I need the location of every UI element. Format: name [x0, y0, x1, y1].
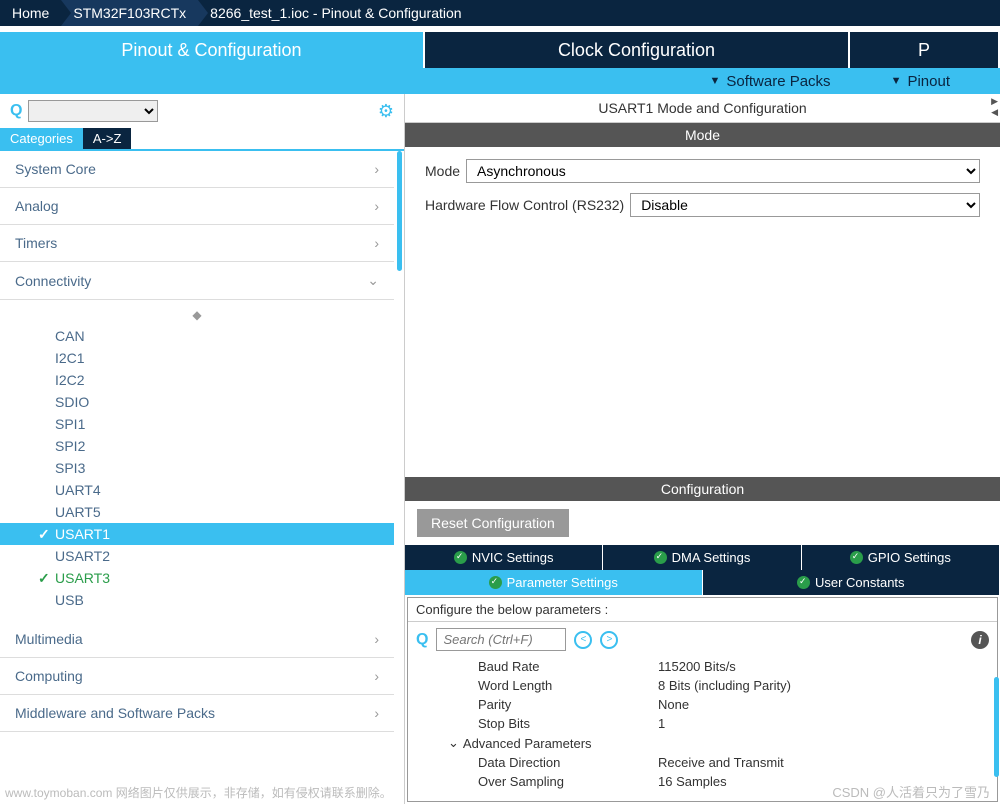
reset-configuration-button[interactable]: Reset Configuration: [417, 509, 569, 537]
chevron-right-icon: ›: [374, 161, 379, 177]
scrollbar[interactable]: [397, 151, 402, 271]
peripheral-item[interactable]: I2C1: [0, 347, 394, 369]
left-panel: Q ⚙ Categories A->Z System Core›Analog›T…: [0, 94, 405, 804]
search-icon: Q: [416, 631, 428, 649]
search-dropdown[interactable]: [28, 100, 158, 122]
sort-icon[interactable]: ◆: [0, 305, 394, 325]
main-tabs: Pinout & Configuration Clock Configurati…: [0, 32, 1000, 68]
configuration-header: Configuration: [405, 477, 1000, 501]
scrollbar[interactable]: [994, 677, 999, 777]
mode-select[interactable]: Disable: [630, 193, 980, 217]
setting-tab[interactable]: GPIO Settings: [802, 545, 1000, 570]
param-row[interactable]: Stop Bits1: [418, 714, 987, 733]
next-icon[interactable]: >: [600, 631, 618, 649]
tab-pinout-config[interactable]: Pinout & Configuration: [0, 32, 425, 68]
category-group[interactable]: Middleware and Software Packs›: [0, 695, 394, 732]
mode-header: Mode: [405, 123, 1000, 147]
peripheral-item[interactable]: SDIO: [0, 391, 394, 413]
pinout-dropdown[interactable]: ▼Pinout: [891, 73, 950, 90]
peripheral-item[interactable]: I2C2: [0, 369, 394, 391]
watermark: CSDN @人活着只为了雪乃: [832, 782, 990, 801]
category-group[interactable]: Computing›: [0, 658, 394, 695]
category-group[interactable]: Analog›: [0, 188, 394, 225]
chevron-right-icon: ›: [374, 705, 379, 721]
chevron-down-icon: ▼: [709, 75, 720, 87]
chevron-down-icon: ⌄: [367, 272, 379, 289]
peripheral-item[interactable]: USART3: [0, 567, 394, 589]
param-row[interactable]: Baud Rate115200 Bits/s: [418, 657, 987, 676]
peripheral-item[interactable]: SPI2: [0, 435, 394, 457]
peripheral-item[interactable]: SPI1: [0, 413, 394, 435]
right-panel: ▶◀ USART1 Mode and Configuration Mode Mo…: [405, 94, 1000, 804]
param-row[interactable]: ParityNone: [418, 695, 987, 714]
chevron-right-icon: ›: [374, 235, 379, 251]
param-row[interactable]: Word Length8 Bits (including Parity): [418, 676, 987, 695]
search-icon: Q: [10, 102, 22, 120]
setting-tab[interactable]: DMA Settings: [603, 545, 801, 570]
check-icon: [454, 551, 467, 564]
gear-icon[interactable]: ⚙: [378, 101, 394, 122]
peripheral-item[interactable]: USB: [0, 589, 394, 611]
peripheral-item[interactable]: UART5: [0, 501, 394, 523]
chevron-right-icon: ›: [374, 198, 379, 214]
chevron-right-icon: ›: [374, 631, 379, 647]
peripheral-item[interactable]: UART4: [0, 479, 394, 501]
collapse-icon[interactable]: ▶◀: [991, 96, 998, 118]
setting-tab[interactable]: NVIC Settings: [405, 545, 603, 570]
chevron-right-icon: ›: [374, 668, 379, 684]
param-search-input[interactable]: [436, 628, 566, 651]
mode-label: Mode: [425, 163, 460, 179]
check-icon: [850, 551, 863, 564]
breadcrumb-device[interactable]: STM32F103RCTx: [61, 0, 198, 26]
param-header: Configure the below parameters :: [408, 598, 997, 622]
setting-tab-parameters[interactable]: Parameter Settings: [405, 570, 703, 595]
filter-tab-categories[interactable]: Categories: [0, 128, 83, 149]
chevron-down-icon: ▼: [891, 75, 902, 87]
check-icon: [489, 576, 502, 589]
filter-tab-az[interactable]: A->Z: [83, 128, 132, 149]
info-icon[interactable]: i: [971, 631, 989, 649]
check-icon: [654, 551, 667, 564]
breadcrumb: Home STM32F103RCTx 8266_test_1.ioc - Pin…: [0, 0, 1000, 26]
peripheral-item[interactable]: SPI3: [0, 457, 394, 479]
category-group[interactable]: Connectivity⌄: [0, 262, 394, 300]
config-title: USART1 Mode and Configuration: [405, 94, 1000, 123]
peripheral-item[interactable]: USART2: [0, 545, 394, 567]
sub-bar: ▼Software Packs ▼Pinout: [0, 68, 1000, 94]
prev-icon[interactable]: <: [574, 631, 592, 649]
peripheral-item[interactable]: CAN: [0, 325, 394, 347]
breadcrumb-home[interactable]: Home: [0, 0, 61, 26]
watermark-left: www.toymoban.com 网络图片仅供展示，非存储，如有侵权请联系删除。: [5, 784, 392, 801]
param-row[interactable]: Data DirectionReceive and Transmit: [418, 753, 987, 772]
chevron-down-icon: ⌄: [448, 735, 459, 751]
tab-clock-config[interactable]: Clock Configuration: [425, 32, 850, 68]
setting-tab-user-constants[interactable]: User Constants: [703, 570, 1000, 595]
mode-label: Hardware Flow Control (RS232): [425, 197, 624, 213]
check-icon: [797, 576, 810, 589]
peripheral-item[interactable]: USART1: [0, 523, 394, 545]
mode-select[interactable]: Asynchronous: [466, 159, 980, 183]
category-group[interactable]: System Core›: [0, 151, 394, 188]
category-group[interactable]: Multimedia›: [0, 621, 394, 658]
param-group[interactable]: ⌄Advanced Parameters: [418, 735, 658, 751]
breadcrumb-file[interactable]: 8266_test_1.ioc - Pinout & Configuration: [198, 0, 473, 26]
tab-other[interactable]: P: [850, 32, 1000, 68]
software-packs-dropdown[interactable]: ▼Software Packs: [709, 73, 830, 90]
category-group[interactable]: Timers›: [0, 225, 394, 262]
